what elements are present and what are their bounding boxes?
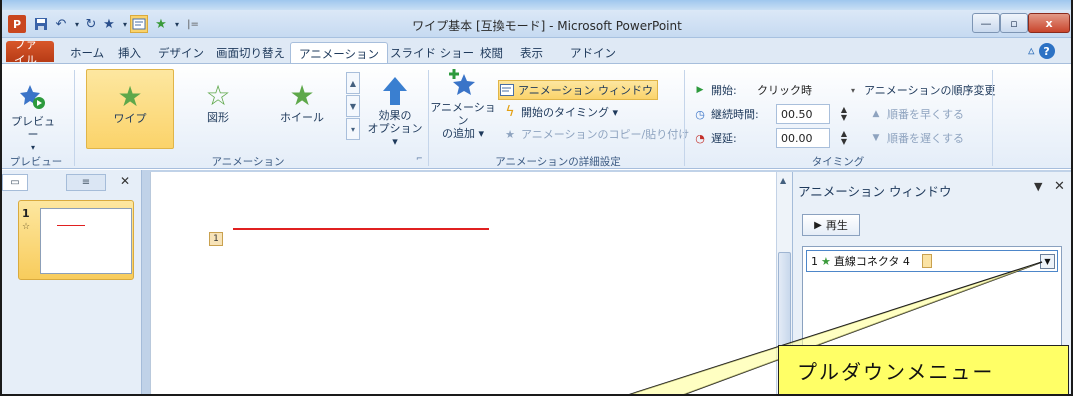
callout-box: プルダウンメニュー	[778, 345, 1069, 396]
callout-pointer	[624, 261, 1043, 396]
